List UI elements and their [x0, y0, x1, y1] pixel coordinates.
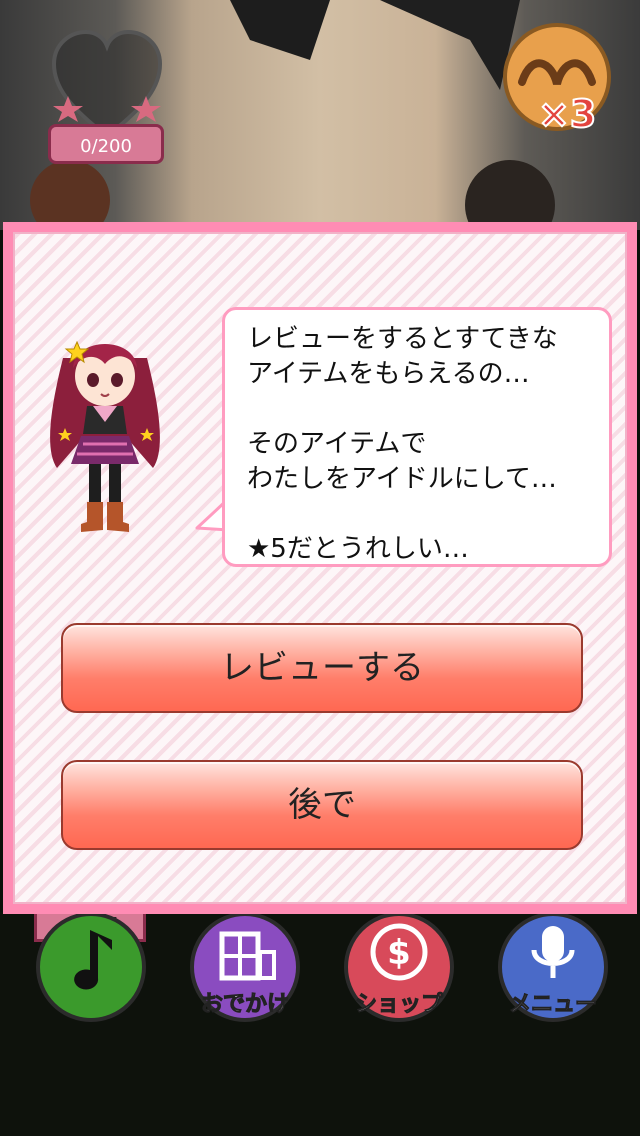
speech-bubble-message: レビューをするとすてきな アイテムをもらえるの… そのアイテムで わたしをアイド… [222, 307, 612, 567]
review-button[interactable]: レビューする [61, 623, 583, 713]
outing-label: おでかけ [200, 992, 289, 1018]
menu-button[interactable]: メニュー [498, 912, 608, 1022]
shop-button[interactable]: $ ショップ [344, 912, 454, 1022]
svg-text:$: $ [387, 933, 411, 973]
outing-button[interactable]: おでかけ [190, 912, 300, 1022]
menu-label: メニュー [508, 992, 597, 1018]
review-dialog: レビューをするとすてきな アイテムをもらえるの… そのアイテムで わたしをアイド… [3, 222, 637, 914]
building-icon [219, 931, 276, 981]
shop-label: ショップ [354, 992, 443, 1018]
microphone-icon [531, 926, 575, 978]
music-button[interactable] [36, 912, 146, 1022]
idol-character-illustration [50, 340, 160, 532]
later-button[interactable]: 後で [61, 760, 583, 850]
dollar-coin-icon: $ [370, 923, 428, 981]
medal-multiplier: ×3 [537, 91, 597, 137]
music-note-icon [74, 930, 112, 990]
dialog-panel: レビューをするとすてきな アイテムをもらえるの… そのアイテムで わたしをアイド… [13, 232, 627, 904]
exp-counter: 0/200 [48, 124, 164, 164]
